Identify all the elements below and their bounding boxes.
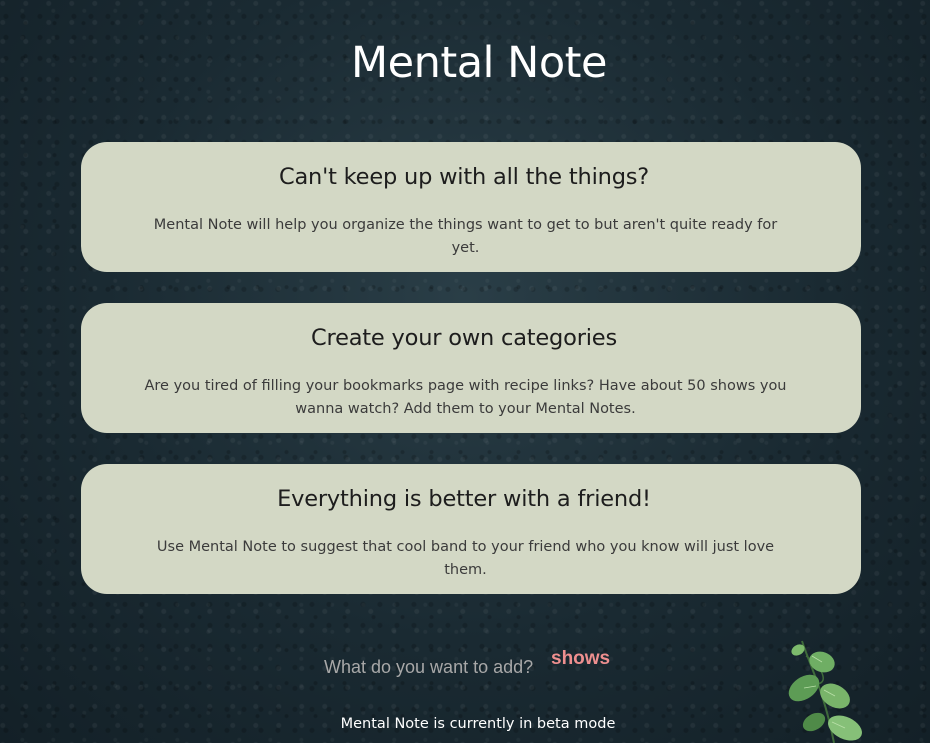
page-title: Mental Note (351, 38, 607, 88)
add-prompt-question: What do you want to add? (324, 657, 534, 677)
feature-card-body: Are you tired of filling your bookmarks … (144, 378, 787, 417)
feature-card-heading: Can't keep up with all the things? (278, 164, 650, 190)
feature-card-organize: Can't keep up with all the things? Menta… (81, 142, 861, 272)
feature-card-categories: Create your own categories Are you tired… (81, 303, 861, 433)
feature-card-body: Use Mental Note to suggest that cool ban… (156, 539, 775, 578)
feature-card-heading: Everything is better with a friend! (277, 486, 651, 512)
feature-card-heading: Create your own categories (311, 325, 617, 351)
feature-card-friend: Everything is better with a friend! Use … (81, 464, 861, 594)
beta-notice: Mental Note is currently in beta mode (340, 716, 616, 732)
feature-card-body: Mental Note will help you organize the t… (153, 217, 778, 256)
add-prompt-rotating-word[interactable]: shows (551, 648, 610, 670)
